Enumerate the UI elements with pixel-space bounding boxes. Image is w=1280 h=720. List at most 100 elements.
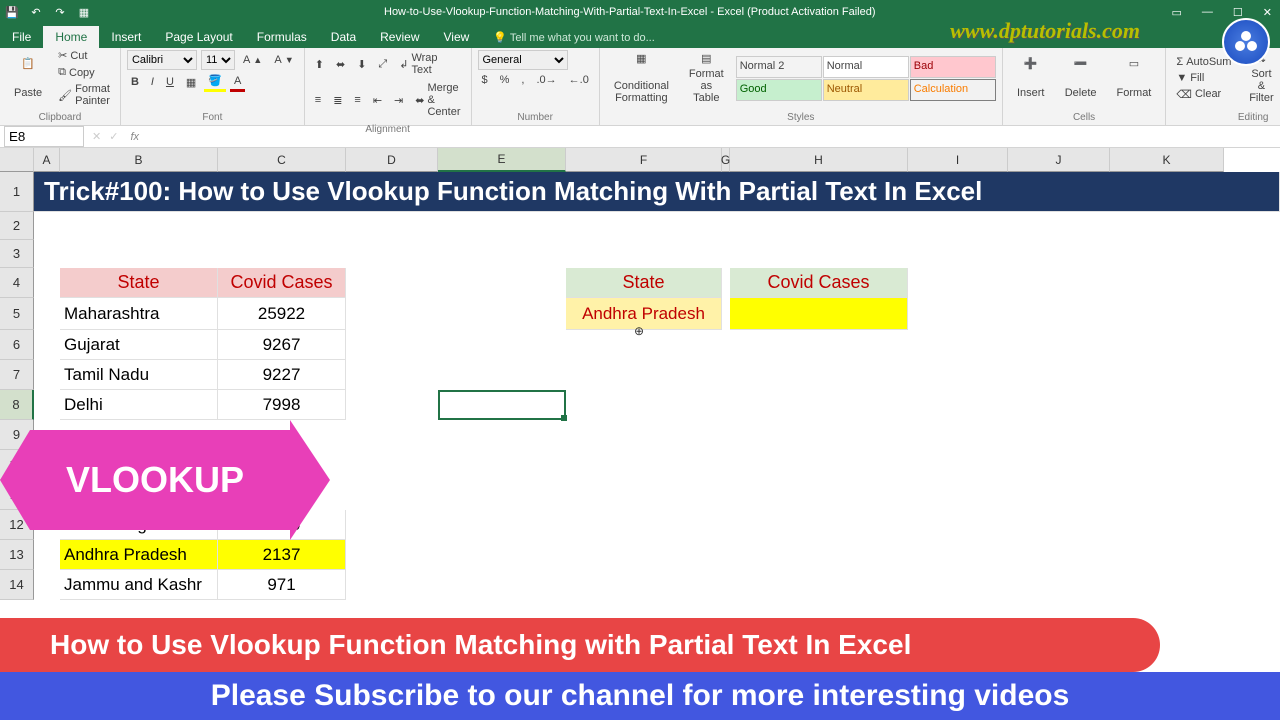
wrap-text-button[interactable]: ↲ Wrap Text (395, 50, 464, 78)
rowhead-14[interactable]: 14 (0, 570, 34, 600)
format-as-table-button[interactable]: ▤Format as Table (681, 48, 732, 108)
tellme-search[interactable]: 💡 Tell me what you want to do... (481, 27, 666, 48)
italic-button[interactable]: I (147, 74, 158, 90)
clear-button[interactable]: ⌫Clear (1172, 86, 1225, 103)
grow-font-button[interactable]: A▲ (239, 52, 266, 68)
style-calculation[interactable]: Calculation (910, 79, 996, 101)
lookup-result-cell[interactable] (730, 298, 908, 330)
data-cases-cell[interactable]: 9267 (218, 330, 346, 360)
colhead-F[interactable]: F (566, 148, 722, 172)
inc-decimal-button[interactable]: .0→ (532, 72, 560, 88)
data-cases-cell[interactable]: 2137 (218, 540, 346, 570)
rowhead-6[interactable]: 6 (0, 330, 34, 360)
colhead-E[interactable]: E (438, 148, 566, 172)
worksheet-grid[interactable]: ABCDEFGHIJK 1234567891011121314 Trick#10… (0, 148, 1280, 642)
copy-button[interactable]: ⧉Copy (54, 64, 99, 81)
percent-button[interactable]: % (496, 72, 514, 88)
dec-decimal-button[interactable]: ←.0 (565, 72, 593, 88)
colhead-H[interactable]: H (730, 148, 908, 172)
data-cases-cell[interactable]: 25922 (218, 298, 346, 330)
align-right-button[interactable]: ≡ (350, 92, 364, 108)
align-bottom-button[interactable]: ⬇ (353, 56, 370, 73)
undo-icon[interactable]: ↶ (28, 6, 44, 19)
rowhead-5[interactable]: 5 (0, 298, 34, 330)
cell-styles-gallery[interactable]: Normal 2 Normal Bad Good Neutral Calcula… (736, 56, 996, 101)
rowhead-4[interactable]: 4 (0, 268, 34, 298)
merge-center-button[interactable]: ⬌ Merge & Center (411, 80, 464, 120)
tab-pagelayout[interactable]: Page Layout (153, 26, 244, 48)
lookup-state-cell[interactable]: Andhra Pradesh (566, 298, 722, 330)
comma-button[interactable]: , (517, 72, 528, 88)
delete-cells-button[interactable]: ➖Delete (1057, 48, 1105, 108)
colhead-D[interactable]: D (346, 148, 438, 172)
number-format-select[interactable]: General (478, 50, 568, 70)
rowhead-1[interactable]: 1 (0, 172, 34, 212)
qat-misc-icon[interactable]: ▦ (76, 6, 92, 19)
style-neutral[interactable]: Neutral (823, 79, 909, 101)
column-headers[interactable]: ABCDEFGHIJK (34, 148, 1224, 172)
cut-button[interactable]: ✂Cut (54, 47, 91, 64)
data-state-cell[interactable]: Jammu and Kashr (60, 570, 218, 600)
name-box[interactable] (4, 126, 84, 147)
save-icon[interactable]: 💾 (4, 6, 20, 19)
style-good[interactable]: Good (736, 79, 822, 101)
font-name-select[interactable]: Calibri (127, 50, 197, 70)
data-state-cell[interactable]: Delhi (60, 390, 218, 420)
orientation-button[interactable]: ⤢ (374, 56, 391, 73)
style-normal2[interactable]: Normal 2 (736, 56, 822, 78)
data-state-cell[interactable]: Gujarat (60, 330, 218, 360)
enter-icon[interactable]: ✓ (105, 130, 122, 143)
style-bad[interactable]: Bad (910, 56, 996, 78)
ribbon-options-icon[interactable]: ▭ (1168, 6, 1186, 19)
tab-data[interactable]: Data (319, 26, 368, 48)
style-normal[interactable]: Normal (823, 56, 909, 78)
data-state-cell[interactable]: Andhra Pradesh (60, 540, 218, 570)
format-painter-button[interactable]: 🖌Format Painter (54, 81, 114, 109)
close-icon[interactable]: ✕ (1259, 6, 1276, 19)
indent-inc-button[interactable]: ⇥ (390, 92, 407, 109)
fill-color-button[interactable]: 🪣 (204, 72, 226, 92)
tab-view[interactable]: View (432, 26, 482, 48)
colhead-A[interactable]: A (34, 148, 60, 172)
tab-formulas[interactable]: Formulas (245, 26, 319, 48)
indent-dec-button[interactable]: ⇤ (369, 92, 386, 109)
colhead-J[interactable]: J (1008, 148, 1110, 172)
rowhead-3[interactable]: 3 (0, 240, 34, 268)
maximize-icon[interactable]: ☐ (1229, 6, 1247, 19)
colhead-B[interactable]: B (60, 148, 218, 172)
select-all-corner[interactable] (0, 148, 34, 172)
rowhead-2[interactable]: 2 (0, 212, 34, 240)
fill-button[interactable]: ▼Fill (1172, 70, 1208, 86)
data-cases-cell[interactable]: 7998 (218, 390, 346, 420)
colhead-C[interactable]: C (218, 148, 346, 172)
fx-icon[interactable]: fx (122, 131, 147, 143)
bold-button[interactable]: B (127, 74, 143, 90)
font-size-select[interactable]: 11 (201, 50, 235, 70)
shrink-font-button[interactable]: A▼ (270, 52, 297, 68)
data-cases-cell[interactable]: 9227 (218, 360, 346, 390)
data-state-cell[interactable]: Tamil Nadu (60, 360, 218, 390)
tab-home[interactable]: Home (43, 26, 99, 48)
cells-area[interactable]: Trick#100: How to Use Vlookup Function M… (34, 172, 1280, 642)
align-center-button[interactable]: ≣ (329, 92, 346, 109)
colhead-I[interactable]: I (908, 148, 1008, 172)
colhead-K[interactable]: K (1110, 148, 1224, 172)
row-headers[interactable]: 1234567891011121314 (0, 172, 34, 642)
align-middle-button[interactable]: ⬌ (332, 56, 349, 73)
tab-review[interactable]: Review (368, 26, 431, 48)
minimize-icon[interactable]: — (1198, 6, 1217, 18)
colhead-G[interactable]: G (722, 148, 730, 172)
rowhead-8[interactable]: 8 (0, 390, 34, 420)
align-top-button[interactable]: ⬆ (311, 56, 328, 73)
tab-file[interactable]: File (0, 26, 43, 48)
accounting-button[interactable]: $ (478, 72, 492, 88)
rowhead-7[interactable]: 7 (0, 360, 34, 390)
insert-cells-button[interactable]: ➕Insert (1009, 48, 1053, 108)
rowhead-13[interactable]: 13 (0, 540, 34, 570)
underline-button[interactable]: U (162, 74, 178, 90)
cancel-icon[interactable]: ✕ (88, 130, 105, 143)
tab-insert[interactable]: Insert (99, 26, 153, 48)
data-state-cell[interactable]: Maharashtra (60, 298, 218, 330)
format-cells-button[interactable]: ▭Format (1109, 48, 1160, 108)
conditional-formatting-button[interactable]: ▦Conditional Formatting (606, 48, 677, 108)
